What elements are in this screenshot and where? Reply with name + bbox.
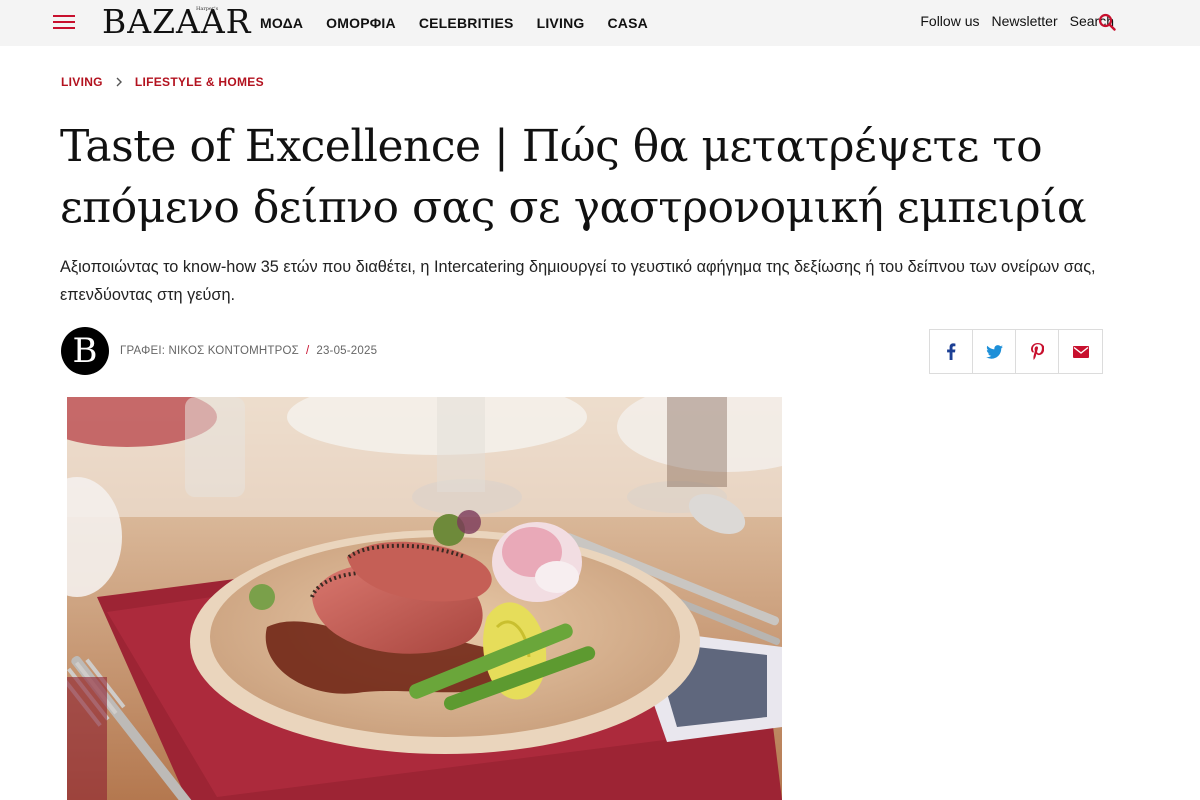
- share-buttons: [929, 329, 1103, 374]
- search-icon[interactable]: [1098, 13, 1116, 31]
- byline: ΓΡΑΦΕΙ: ΝΙΚΟΣ ΚΟΝΤΟΜΗΤΡΟΣ / 23-05-2025: [120, 345, 377, 357]
- twitter-icon: [985, 344, 1003, 359]
- top-navigation-bar: BAZAAR Harper's ΜΟΔΑ ΟΜΟΡΦΙΑ CELEBRITIES…: [0, 0, 1200, 46]
- breadcrumb-living[interactable]: LIVING: [61, 75, 103, 89]
- author-avatar[interactable]: B: [61, 327, 109, 375]
- author-name[interactable]: ΓΡΑΦΕΙ: ΝΙΚΟΣ ΚΟΝΤΟΜΗΤΡΟΣ: [120, 345, 299, 357]
- logo-small-text: Harper's: [196, 6, 219, 12]
- nav-item-moda[interactable]: ΜΟΔΑ: [260, 15, 303, 31]
- newsletter-link[interactable]: Newsletter: [992, 13, 1058, 29]
- article-dek: Αξιοποιώντας το know-how 35 ετών που δια…: [60, 258, 1096, 304]
- publish-date: 23-05-2025: [316, 345, 378, 357]
- breadcrumb-lifestyle-homes[interactable]: LIFESTYLE & HOMES: [135, 75, 264, 89]
- site-logo[interactable]: BAZAAR: [102, 4, 252, 40]
- nav-item-living[interactable]: LIVING: [537, 15, 585, 31]
- nav-item-omorfia[interactable]: ΟΜΟΡΦΙΑ: [326, 15, 396, 31]
- byline-separator: /: [305, 345, 310, 357]
- share-facebook-button[interactable]: [930, 330, 973, 373]
- hero-photo-illustration: [67, 397, 782, 800]
- email-icon: [1072, 345, 1089, 358]
- chevron-right-icon: [116, 77, 122, 87]
- header-right-links: Follow us Newsletter Search: [920, 13, 1114, 29]
- facebook-icon: [947, 343, 956, 360]
- share-email-button[interactable]: [1059, 330, 1102, 373]
- article-title: Taste of Excellence | Πώς θα μετατρέψετε…: [60, 121, 1087, 233]
- breadcrumb: LIVING LIFESTYLE & HOMES: [61, 75, 264, 89]
- article-hero-image: [67, 397, 782, 800]
- follow-us-link[interactable]: Follow us: [920, 13, 979, 29]
- main-nav: ΜΟΔΑ ΟΜΟΡΦΙΑ CELEBRITIES LIVING CASA: [260, 15, 648, 31]
- menu-icon[interactable]: [53, 14, 75, 30]
- nav-item-casa[interactable]: CASA: [607, 15, 647, 31]
- share-twitter-button[interactable]: [973, 330, 1016, 373]
- nav-item-celebrities[interactable]: CELEBRITIES: [419, 15, 514, 31]
- share-pinterest-button[interactable]: [1016, 330, 1059, 373]
- pinterest-icon: [1030, 343, 1044, 360]
